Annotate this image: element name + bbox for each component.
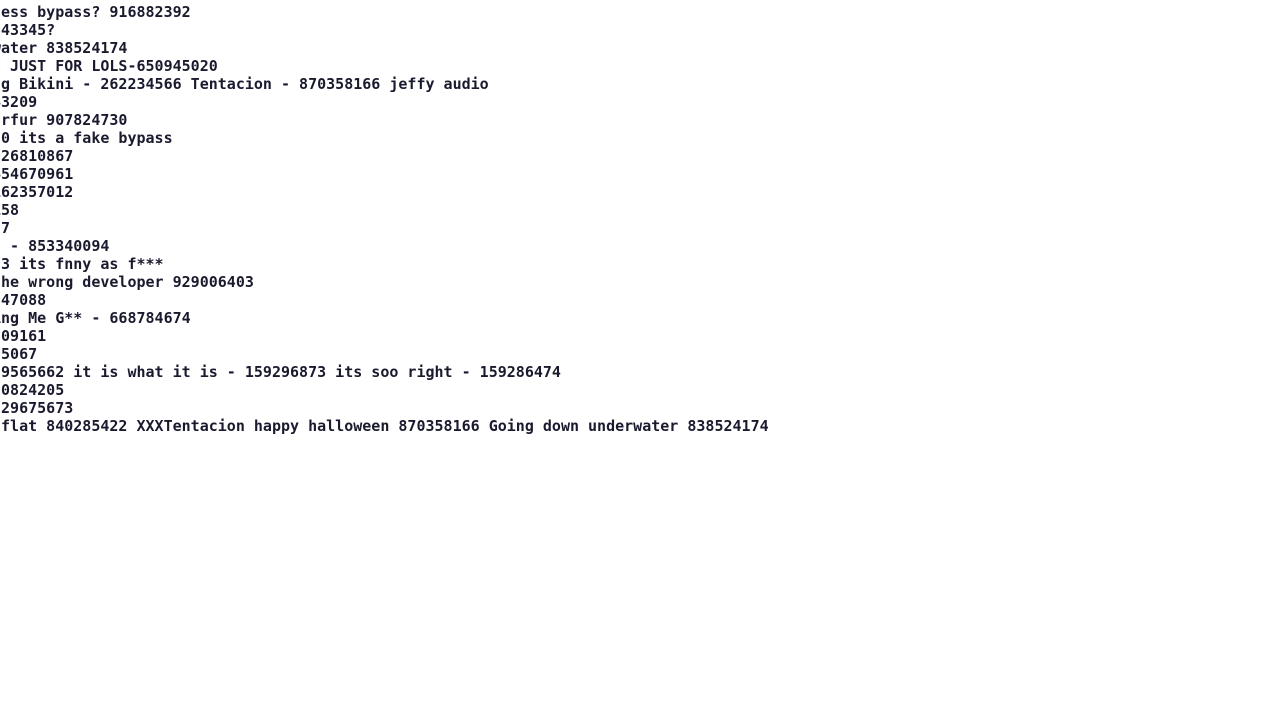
text-line: 454670961 — [0, 165, 74, 183]
text-line: water 838524174 — [0, 39, 128, 57]
text-line: ng Bikini - 262234566 Tentacion - 870358… — [0, 75, 489, 93]
text-line: flat 840285422 XXXTentacion happy hallow… — [0, 417, 769, 435]
text-line: 926810867 — [0, 147, 74, 165]
audio-id-text-block: less bypass? 916882392843345?water 83852… — [0, 3, 769, 435]
page-root: less bypass? 916882392843345?water 83852… — [0, 0, 1280, 720]
text-line: 53 its fnny as f*** — [0, 255, 164, 273]
text-line: 30824205 — [0, 381, 65, 399]
text-line: rfur 907824730 — [0, 111, 128, 129]
text-line: 59565662 it is what it is - 159296873 it… — [0, 363, 561, 381]
text-line: 57 — [0, 219, 11, 237]
text-line: 43209 — [0, 93, 38, 111]
text-line: 847088 — [0, 291, 47, 309]
text-line: 843345? — [0, 21, 56, 39]
text-line: E JUST FOR LOLS-650945020 — [0, 57, 218, 75]
text-scroll-viewport[interactable]: less bypass? 916882392843345?water 83852… — [0, 0, 1280, 720]
text-line: 229675673 — [0, 399, 74, 417]
text-line: 158 — [0, 201, 20, 219]
text-line: 20 its a fake bypass — [0, 129, 173, 147]
text-line: ing Me G** - 668784674 — [0, 309, 191, 327]
text-line: 35067 — [0, 345, 38, 363]
text-line: d - 853340094 — [0, 237, 110, 255]
text-line: less bypass? 916882392 — [0, 3, 191, 21]
text-line: 162357012 — [0, 183, 74, 201]
text-line: the wrong developer 929006403 — [0, 273, 254, 291]
text-line: 809161 — [0, 327, 47, 345]
